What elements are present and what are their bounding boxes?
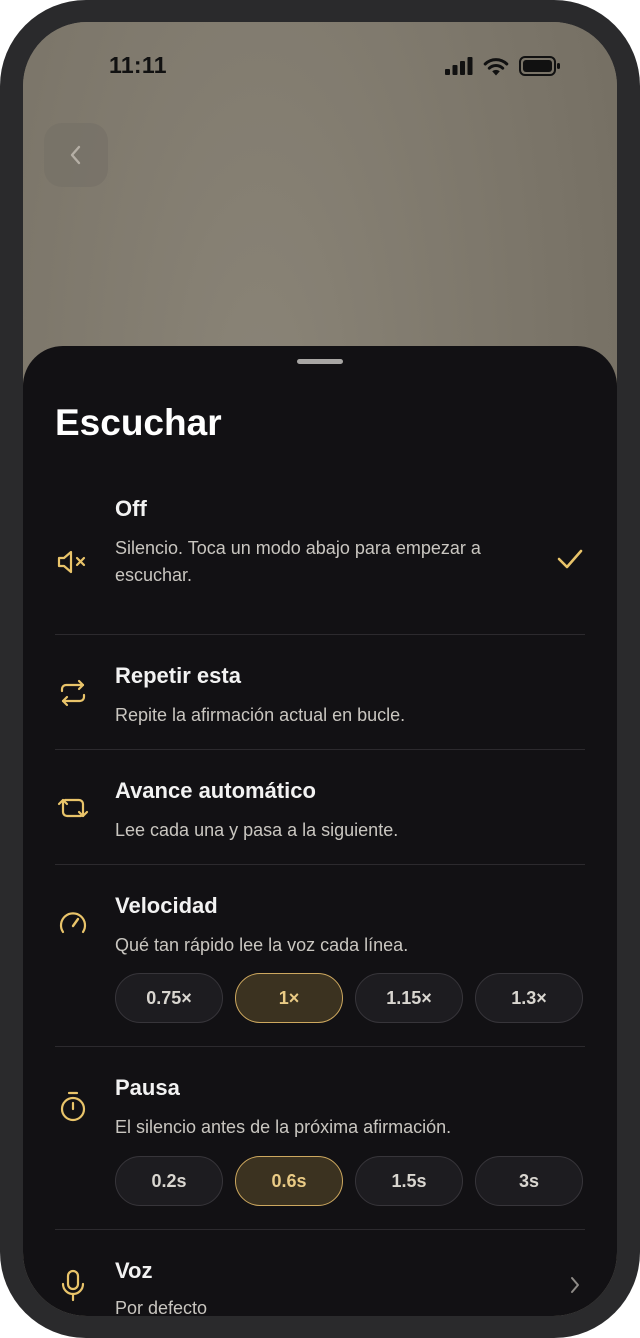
option-description: Repite la afirmación actual en bucle. <box>115 705 406 725</box>
pause-options: 0.2s 0.6s 1.5s 3s <box>115 1156 583 1206</box>
speaker-muted-icon <box>55 544 91 580</box>
option-title: Off <box>115 496 147 521</box>
status-bar: 11:11 <box>23 22 617 112</box>
device-frame: 11:11 Escuchar Off Silencio. Toca un mod… <box>0 0 640 1338</box>
speed-option[interactable]: 1.15× <box>355 973 463 1023</box>
option-title: Avance automático <box>115 778 316 803</box>
wifi-icon <box>483 57 509 75</box>
microphone-icon <box>55 1268 91 1304</box>
option-off[interactable]: Off Silencio. Toca un modo abajo para em… <box>55 496 585 616</box>
option-title: Repetir esta <box>115 663 241 688</box>
pause-option-selected[interactable]: 0.6s <box>235 1156 343 1206</box>
pause-option[interactable]: 3s <box>475 1156 583 1206</box>
speed-description: Qué tan rápido lee la voz cada línea. <box>115 935 409 955</box>
speedometer-icon <box>55 905 91 941</box>
status-time: 11:11 <box>109 52 167 78</box>
screen: 11:11 Escuchar Off Silencio. Toca un mod… <box>23 22 617 1316</box>
timer-icon <box>55 1089 91 1125</box>
speed-options: 0.75× 1× 1.15× 1.3× <box>115 973 583 1023</box>
listen-sheet: Escuchar Off Silencio. Toca un modo abaj… <box>23 346 617 1316</box>
pause-description: El silencio antes de la próxima afirmaci… <box>115 1117 452 1137</box>
pause-option[interactable]: 0.2s <box>115 1156 223 1206</box>
divider <box>55 634 585 635</box>
sheet-title: Escuchar <box>55 402 222 443</box>
status-icons <box>445 56 561 76</box>
chevron-right-icon <box>565 1272 585 1298</box>
signal-icon <box>445 57 473 75</box>
back-button[interactable] <box>44 123 108 187</box>
divider <box>55 1229 585 1230</box>
option-repeat[interactable]: Repetir esta Repite la afirmación actual… <box>55 663 585 733</box>
chevron-left-icon <box>70 145 81 165</box>
pause-option[interactable]: 1.5s <box>355 1156 463 1206</box>
repeat-icon <box>55 675 91 711</box>
pause-title: Pausa <box>115 1075 180 1100</box>
battery-icon <box>519 56 560 76</box>
divider <box>55 1046 585 1047</box>
speed-option[interactable]: 1.3× <box>475 973 583 1023</box>
option-auto-advance[interactable]: Avance automático Lee cada una y pasa a … <box>55 778 585 848</box>
divider <box>55 864 585 865</box>
divider <box>55 749 585 750</box>
speed-option[interactable]: 0.75× <box>115 973 223 1023</box>
option-description: Silencio. Toca un modo abajo para empeza… <box>115 538 481 585</box>
voice-title: Voz <box>115 1258 153 1283</box>
speed-title: Velocidad <box>115 893 218 918</box>
speed-option-selected[interactable]: 1× <box>235 973 343 1023</box>
sheet-grabber[interactable] <box>297 359 343 364</box>
option-description: Lee cada una y pasa a la siguiente. <box>115 820 399 840</box>
voice-row[interactable]: Voz Por defecto <box>55 1258 585 1316</box>
voice-value: Por defecto <box>115 1298 208 1316</box>
checkmark-icon <box>555 544 585 574</box>
auto-advance-icon <box>55 790 91 826</box>
